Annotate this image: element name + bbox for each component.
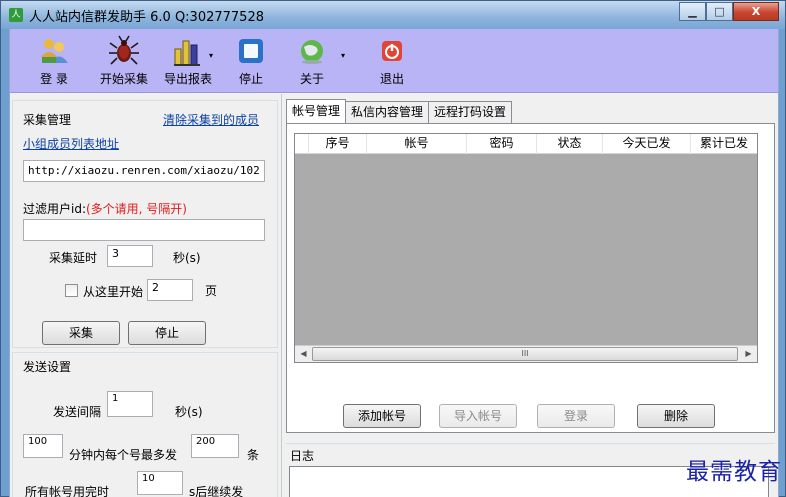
account-list[interactable]: 序号 帐号 密码 状态 今天已发 累计已发 ◀ III ▶ <box>294 133 758 363</box>
login-toolbar-button[interactable]: 登 录 <box>38 35 70 87</box>
collect-delay-label: 采集延时 <box>49 251 98 265</box>
send-interval-unit: 秒(s) <box>175 405 203 419</box>
column-sent-today[interactable]: 今天已发 <box>603 134 691 154</box>
about-toolbar-label: 关于 <box>299 72 324 86</box>
collect-group-title: 采集管理 <box>23 113 72 127</box>
start-collect-label: 开始采集 <box>100 72 149 86</box>
start-collect-toolbar-button[interactable]: 开始采集 <box>100 35 148 87</box>
collect-button[interactable]: 采集 <box>42 321 120 345</box>
toolbar: 登 录 开始采集 导出报表 ▾ 停止 关于 ▾ 退出 <box>10 29 778 93</box>
page-unit-label: 页 <box>205 284 218 298</box>
globe-icon <box>296 35 328 67</box>
login-account-button[interactable]: 登录 <box>537 404 615 428</box>
delete-account-button[interactable]: 删除 <box>637 404 715 428</box>
start-here-checkbox[interactable] <box>65 284 78 297</box>
max-messages-input[interactable]: 200 <box>191 434 239 458</box>
account-list-header: 序号 帐号 密码 状态 今天已发 累计已发 <box>295 134 757 154</box>
max-unit-label: 条 <box>247 448 260 462</box>
users-icon <box>38 35 70 67</box>
start-here-label: 从这里开始 <box>83 285 144 299</box>
left-panel: 采集管理 清除采集到的成员 小组成员列表地址 http://xiaozu.ren… <box>10 94 282 497</box>
app-window: 人 人人站内信群发助手 6.0 Q:302777528 ▁ □ X 登 录 开始… <box>0 0 786 497</box>
stop-toolbar-label: 停止 <box>238 72 263 86</box>
close-icon: X <box>751 5 761 18</box>
window-title: 人人站内信群发助手 6.0 Q:302777528 <box>29 10 264 25</box>
send-settings-title: 发送设置 <box>23 360 72 374</box>
about-toolbar-button[interactable]: 关于 <box>296 35 328 87</box>
column-sent-total[interactable]: 累计已发 <box>691 134 757 154</box>
export-report-label: 导出报表 <box>164 72 213 86</box>
stop-toolbar-button[interactable]: 停止 <box>235 35 267 87</box>
exit-toolbar-label: 退出 <box>379 72 404 86</box>
account-tab-page: 序号 帐号 密码 状态 今天已发 累计已发 ◀ III ▶ 添加帐号 导入帐号 … <box>286 123 775 433</box>
member-list-url-link[interactable]: 小组成员列表地址 <box>23 135 119 152</box>
exit-toolbar-button[interactable]: 退出 <box>376 35 408 87</box>
resume-delay-input[interactable]: 10 <box>137 471 183 495</box>
collect-delay-unit: 秒(s) <box>173 251 201 265</box>
export-report-toolbar-button[interactable]: 导出报表 <box>164 35 212 87</box>
send-settings-group: 发送设置 发送间隔 1 秒(s) 100 分钟内每个号最多发 200 条 所有帐… <box>12 352 278 497</box>
import-account-button[interactable]: 导入帐号 <box>439 404 517 428</box>
minimize-icon: ▁ <box>688 5 697 18</box>
maximize-icon: □ <box>714 5 725 18</box>
scroll-thumb[interactable]: III <box>312 347 738 361</box>
stop-icon <box>235 35 267 67</box>
tab-account-management[interactable]: 帐号管理 <box>286 99 347 123</box>
clear-collected-link[interactable]: 清除采集到的成员 <box>163 111 259 128</box>
log-title: 日志 <box>290 449 315 463</box>
filter-user-label-text: 过滤用户id: <box>23 202 86 216</box>
tab-strip: 帐号管理 私信内容管理 远程打码设置 <box>286 99 513 123</box>
login-toolbar-label: 登 录 <box>40 72 68 86</box>
stop-collect-button[interactable]: 停止 <box>128 321 206 345</box>
scroll-right-icon[interactable]: ▶ <box>740 346 757 362</box>
tab-remote-captcha[interactable]: 远程打码设置 <box>428 101 513 123</box>
scroll-left-icon[interactable]: ◀ <box>295 346 312 362</box>
filter-user-hint: (多个请用, 号隔开) <box>86 202 187 216</box>
about-dropdown-chevron-icon[interactable]: ▾ <box>341 51 345 60</box>
collect-group: 采集管理 清除采集到的成员 小组成员列表地址 http://xiaozu.ren… <box>12 100 278 348</box>
bug-icon <box>108 35 140 67</box>
horizontal-scrollbar[interactable]: ◀ III ▶ <box>295 345 757 362</box>
export-dropdown-chevron-icon[interactable]: ▾ <box>209 51 213 60</box>
column-spacer <box>295 134 309 154</box>
send-interval-label: 发送间隔 <box>53 405 102 419</box>
app-icon: 人 <box>9 8 23 22</box>
column-index[interactable]: 序号 <box>309 134 367 154</box>
per-account-max-label: 分钟内每个号最多发 <box>69 448 178 462</box>
column-password[interactable]: 密码 <box>467 134 537 154</box>
collect-delay-input[interactable]: 3 <box>107 245 153 267</box>
maximize-button[interactable]: □ <box>706 2 733 21</box>
minimize-button[interactable]: ▁ <box>679 2 706 21</box>
start-page-input[interactable]: 2 <box>147 279 193 301</box>
all-used-label: 所有帐号用完时 <box>25 485 110 497</box>
bar-chart-icon <box>172 35 204 67</box>
tab-message-content[interactable]: 私信内容管理 <box>345 101 430 123</box>
title-bar[interactable]: 人 人人站内信群发助手 6.0 Q:302777528 ▁ □ X <box>1 1 785 29</box>
column-account[interactable]: 帐号 <box>367 134 467 154</box>
member-list-url-input[interactable]: http://xiaozu.renren.com/xiaozu/102 <box>23 160 265 182</box>
add-account-button[interactable]: 添加帐号 <box>343 404 421 428</box>
client-area: 登 录 开始采集 导出报表 ▾ 停止 关于 ▾ 退出 采集管理 清除采集到的成员… <box>9 29 779 497</box>
power-icon <box>376 35 408 67</box>
close-button[interactable]: X <box>733 2 779 21</box>
filter-user-input[interactable] <box>23 219 265 241</box>
send-interval-input[interactable]: 1 <box>107 391 153 417</box>
minutes-input[interactable]: 100 <box>23 434 63 458</box>
watermark-text: 最需教育 <box>686 459 782 485</box>
filter-user-label: 过滤用户id:(多个请用, 号隔开) <box>23 200 187 217</box>
column-status[interactable]: 状态 <box>537 134 603 154</box>
resume-label: s后继续发 <box>189 485 244 497</box>
